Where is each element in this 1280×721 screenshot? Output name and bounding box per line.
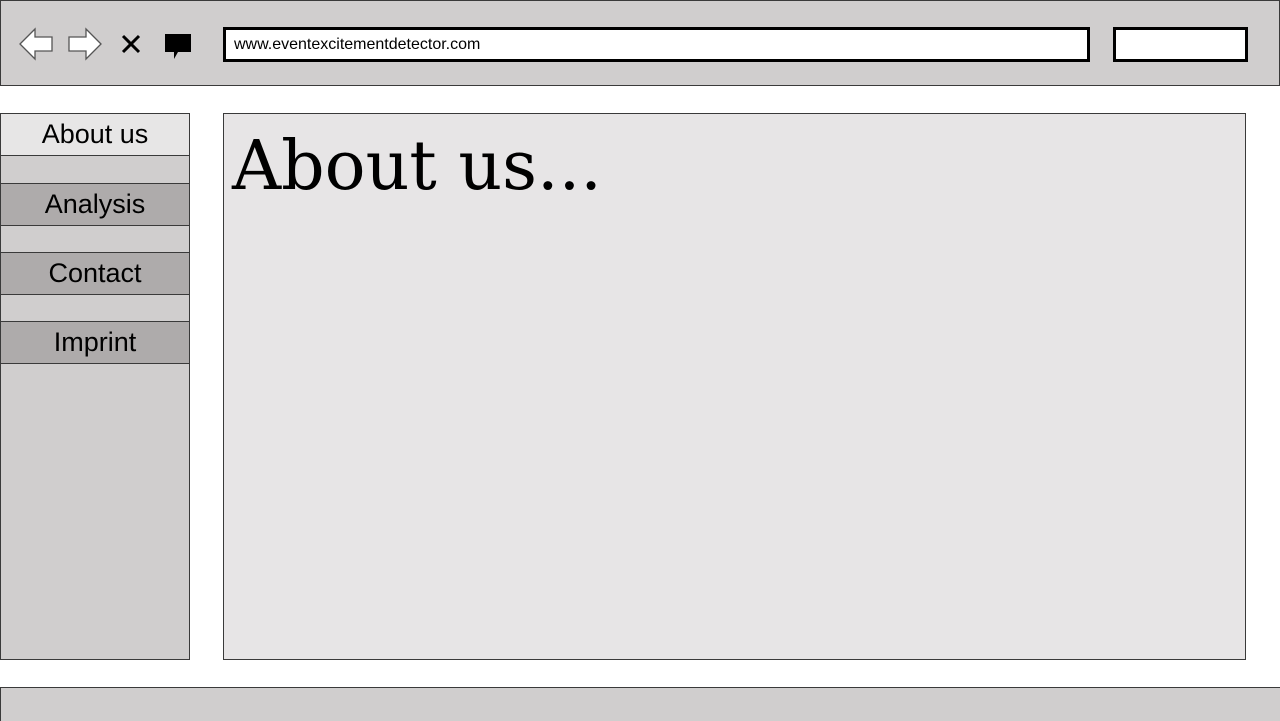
status-bar [0,687,1280,721]
sidebar-item-analysis[interactable]: Analysis [1,183,189,226]
browser-toolbar [0,0,1280,86]
sidebar-item-about-us[interactable]: About us [1,114,189,156]
url-input[interactable] [223,27,1090,62]
close-icon[interactable] [113,26,149,62]
forward-arrow-icon[interactable] [67,26,103,62]
page-title: About us... [232,127,602,206]
comment-icon[interactable] [160,26,196,62]
sidebar-nav: About us Analysis Contact Imprint [0,113,190,660]
sidebar-item-contact[interactable]: Contact [1,252,189,295]
main-content: About us... [223,113,1246,660]
back-arrow-icon[interactable] [18,26,54,62]
sidebar-item-imprint[interactable]: Imprint [1,321,189,364]
search-input[interactable] [1113,27,1248,62]
